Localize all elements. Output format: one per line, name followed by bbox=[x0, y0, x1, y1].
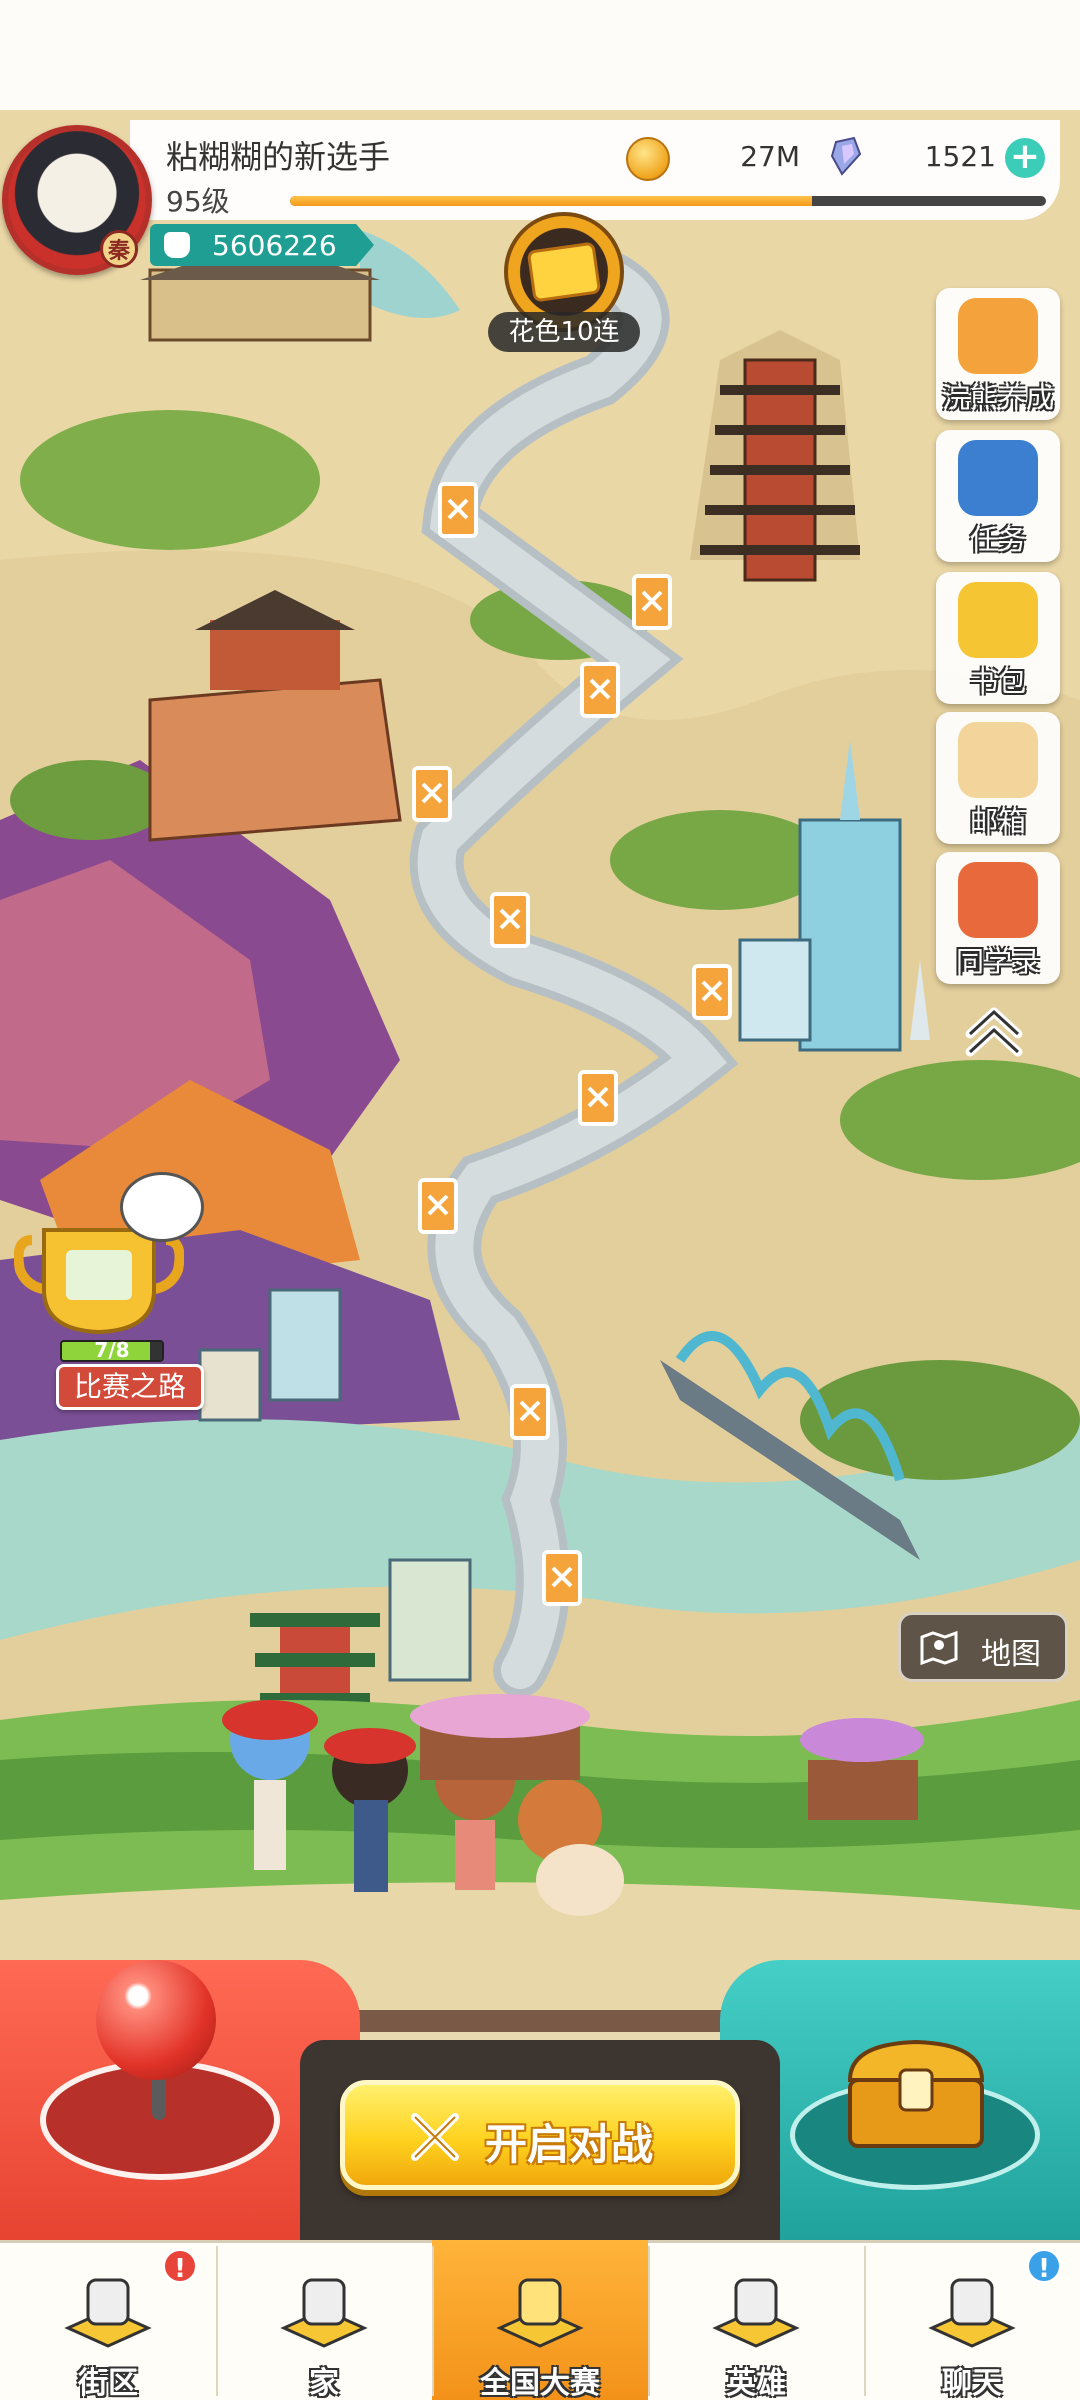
nav-divider bbox=[864, 2246, 866, 2396]
nav-tab-chat[interactable]: 聊天! bbox=[864, 2240, 1080, 2400]
player-name: 粘糊糊的新选手 bbox=[166, 138, 391, 176]
trophy-icon bbox=[490, 2258, 590, 2358]
crossed-swords-icon bbox=[411, 2113, 459, 2161]
tournament-progress-text: 7/8 bbox=[94, 1338, 130, 1362]
nav-tab-national[interactable]: 全国大赛 bbox=[432, 2240, 648, 2400]
nav-tab-home[interactable]: 家 bbox=[216, 2240, 432, 2400]
chat-bubble-icon bbox=[922, 2258, 1022, 2358]
notification-badge: ! bbox=[162, 2248, 198, 2284]
start-battle-label: 开启对战 bbox=[485, 2120, 654, 2169]
power-badge: 5606226 bbox=[150, 224, 374, 266]
cards-icon bbox=[706, 2258, 806, 2358]
signpost-icon bbox=[58, 2258, 158, 2358]
side-menu-label: 任务 bbox=[969, 523, 1026, 556]
power-value: 5606226 bbox=[212, 229, 337, 262]
coin-value: 27M bbox=[740, 140, 800, 173]
nav-tab-heroes[interactable]: 英雄 bbox=[648, 2240, 864, 2400]
classmates-icon bbox=[958, 862, 1038, 938]
side-menu-tasks[interactable]: 任务 bbox=[936, 430, 1060, 562]
nav-tab-street[interactable]: 街区! bbox=[0, 2240, 216, 2400]
gem-value: 1521 bbox=[924, 140, 996, 173]
side-menu-bag[interactable]: 书包 bbox=[936, 572, 1060, 704]
add-gems-button[interactable]: + bbox=[1005, 138, 1045, 178]
side-menu-label: 邮箱 bbox=[969, 805, 1026, 838]
clipboard-icon bbox=[958, 440, 1038, 516]
event-label[interactable]: 花色10连 bbox=[488, 312, 640, 352]
nav-divider bbox=[432, 2246, 434, 2396]
map-icon bbox=[920, 1630, 958, 1666]
nav-tab-label: 英雄 bbox=[726, 2366, 786, 2400]
collapse-menu-button[interactable] bbox=[962, 1000, 1026, 1060]
side-menu-classmates[interactable]: 同学录 bbox=[936, 852, 1060, 984]
notification-badge: ! bbox=[1026, 2248, 1062, 2284]
game-screen: 秦 粘糊糊的新选手 95级 27M 1521 + 5606226 花色10连 浣… bbox=[0, 0, 1080, 2400]
gem-icon bbox=[830, 136, 862, 176]
side-menu-label: 同学录 bbox=[955, 945, 1040, 978]
xp-progress-fill bbox=[290, 196, 812, 206]
tournament-route-button[interactable]: 比赛之路 bbox=[56, 1364, 204, 1410]
nav-tab-label: 聊天 bbox=[942, 2366, 1002, 2400]
card-pack-icon bbox=[526, 241, 602, 303]
joystick-icon[interactable] bbox=[96, 1960, 216, 2080]
nav-tab-label: 全国大赛 bbox=[480, 2366, 600, 2400]
map-button-label: 地图 bbox=[981, 1637, 1041, 1672]
raccoon-icon bbox=[958, 298, 1038, 374]
nav-divider bbox=[648, 2246, 650, 2396]
side-menu-label: 浣熊养成 bbox=[941, 381, 1054, 414]
nav-tab-label: 家 bbox=[309, 2366, 339, 2400]
side-menu-raccoon[interactable]: 浣熊养成 bbox=[936, 288, 1060, 420]
avatar-badge: 秦 bbox=[100, 230, 138, 268]
side-menu-mail[interactable]: 邮箱 bbox=[936, 712, 1060, 844]
house-icon bbox=[274, 2258, 374, 2358]
map-button[interactable]: 地图 bbox=[898, 1612, 1068, 1682]
treasure-chest-icon[interactable] bbox=[836, 2030, 996, 2160]
backpack-icon bbox=[958, 582, 1038, 658]
nav-tab-label: 街区 bbox=[78, 2366, 138, 2400]
fist-icon bbox=[164, 232, 190, 258]
xp-progress-bar bbox=[290, 196, 1046, 206]
start-battle-button[interactable]: 开启对战 bbox=[340, 2080, 740, 2190]
coin-icon bbox=[626, 137, 670, 181]
nav-divider bbox=[216, 2246, 218, 2396]
status-strip bbox=[0, 0, 1080, 110]
side-menu-label: 书包 bbox=[969, 665, 1026, 698]
camera-icon[interactable] bbox=[120, 1172, 204, 1242]
player-level: 95级 bbox=[166, 185, 230, 218]
envelope-icon bbox=[958, 722, 1038, 798]
